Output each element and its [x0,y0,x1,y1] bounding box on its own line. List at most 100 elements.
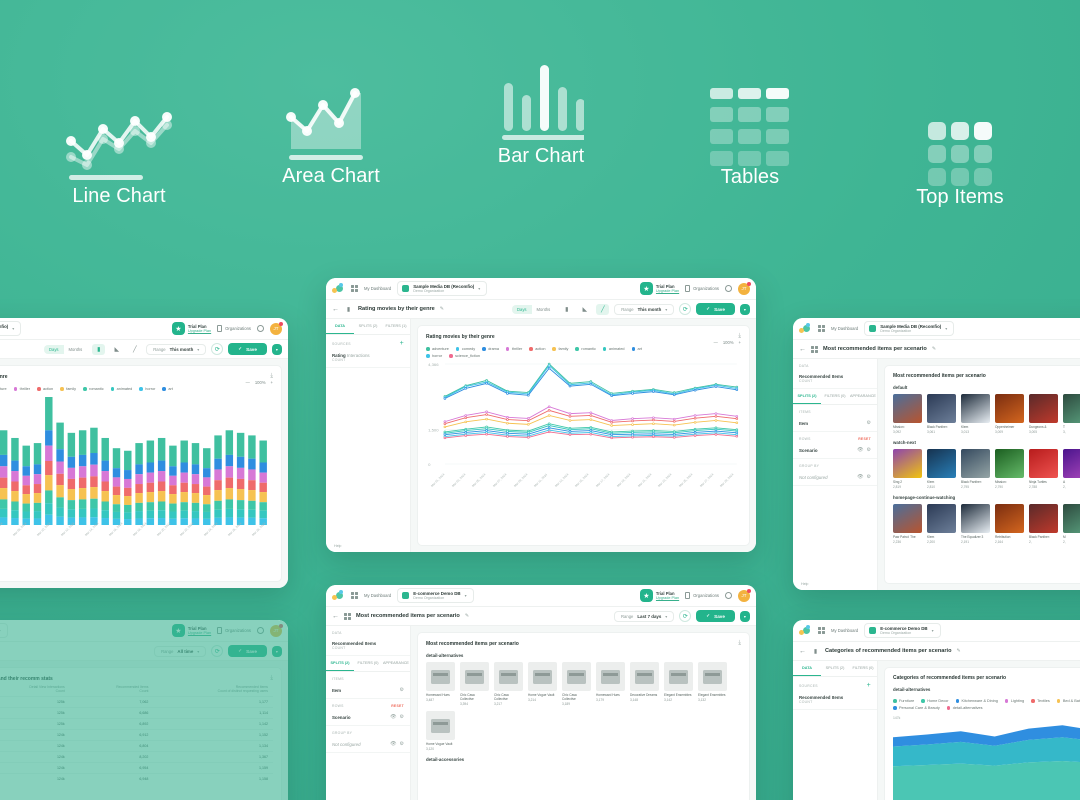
source-row[interactable]: Rating Interactions COUNT [326,350,410,368]
help-label[interactable]: Help [801,582,808,586]
segment-months[interactable]: Months [532,305,556,314]
reset-button[interactable]: RESET [391,704,404,708]
list-item[interactable]: T 3, [1063,394,1080,434]
list-item[interactable]: Klem 2,810 [927,449,956,489]
zoom-control[interactable]: — 100% + [714,340,741,345]
zoom-in-icon[interactable]: + [271,380,273,385]
zoom-in-icon[interactable]: + [739,340,741,345]
eye-icon[interactable]: 👁 [857,447,863,453]
edit-pencil-icon[interactable]: ✎ [932,346,936,352]
database-selector[interactable]: Sample Media DB (Recomfio) Demo Organiza… [397,281,488,296]
legend-item[interactable]: Personal Care & Beauty [893,706,940,710]
table-row[interactable]: 124k 6,912 1,152 [0,729,273,741]
list-item[interactable]: Black Panther: 3,061 [927,394,956,434]
chevron-down-icon[interactable]: ▾ [478,286,480,291]
database-selector[interactable]: Sample Media DB (Recomfio) Demo Organiza… [0,321,22,336]
gear-icon[interactable] [725,592,732,599]
list-item[interactable]: Chic Casa Collective 3,189 [562,662,591,706]
zoom-out-icon[interactable]: — [714,340,718,345]
legend-item[interactable]: animated [602,347,625,351]
sidebar-tabs[interactable]: SPLITS (2) FILTERS (0) APPEARANCE [793,389,877,405]
legend-item[interactable]: Home Decor [921,699,949,703]
table-column-header[interactable]: Detail View Interactions Count [0,682,70,697]
add-source-icon[interactable]: + [400,340,404,347]
list-item[interactable]: Elegant Ensembles 3,142 [664,662,693,706]
list-item[interactable]: Home Vogue Vault 3,214 [528,662,557,706]
list-item[interactable]: The Equalizer 3 2,191 [961,504,990,544]
tab-splits[interactable]: SPLITS (2) [354,319,382,334]
hero-item-area-chart[interactable]: Area Chart [266,75,396,188]
legend-item[interactable]: Textiles [1031,699,1050,703]
line-view-icon[interactable]: ╱ [596,303,610,315]
rows-row[interactable]: Scenario 👁 ⚙ [793,444,877,459]
table-column-header[interactable]: Recommended Items Count of distinct reque… [153,682,273,697]
table-row[interactable]: 125k 6,686 1,114 [0,707,273,719]
eye-icon[interactable]: 👁 [390,741,396,747]
dashboard-grid-icon[interactable] [351,592,358,599]
tab-filters[interactable]: FILTERS (0) [354,656,382,671]
range-selector[interactable]: Range All time ▾ [154,645,207,657]
dashboard-label[interactable]: My Dashboard [831,628,858,633]
back-arrow-icon[interactable]: ← [332,306,339,313]
save-options-caret[interactable]: ▾ [739,303,750,315]
zoom-control[interactable]: — 100% + [246,380,273,385]
database-selector[interactable]: E-commerce Demo DB Demo Organization ▾ [397,588,474,603]
zoom-out-icon[interactable]: — [246,380,250,385]
download-icon[interactable]: ⤓ [270,675,273,682]
list-item[interactable]: Sing 2 2,819 [893,449,922,489]
legend-item[interactable]: adventure [426,347,449,351]
gear-icon[interactable] [257,627,264,634]
save-button[interactable]: ✓ Save [696,303,735,315]
list-item[interactable]: Mission: 3,092 [893,394,922,434]
database-selector[interactable]: E-commerce Demo DB Demo Organization ▾ [0,623,8,638]
list-item[interactable]: Ninja Turtles 2,788 [1029,449,1058,489]
edit-pencil-icon[interactable]: ✎ [957,648,961,654]
table-row[interactable]: 124k 6,954 1,159 [0,762,273,774]
source-row[interactable]: Recommended Items COUNT [326,638,410,656]
list-item[interactable]: Black Panther: 2, [1029,504,1058,544]
area-view-icon[interactable]: ◣ [578,304,591,315]
avatar[interactable]: JT [270,623,283,637]
legend-item[interactable]: Lighting [1004,699,1024,703]
table-row[interactable]: 124k 8,202 1,367 [0,751,273,763]
gear-icon[interactable]: ⚙ [867,474,871,480]
upgrade-plan-link[interactable]: Upgrade Plan [188,631,211,635]
bar-view-icon[interactable]: ▮ [92,343,106,355]
source-row[interactable]: Recommended Items COUNT [793,692,877,710]
gear-icon[interactable]: ⚙ [400,741,404,747]
dashboard-grid-icon[interactable] [818,325,825,332]
chevron-down-icon[interactable]: ▾ [465,593,467,598]
range-selector[interactable]: Range This month ▾ [614,303,675,315]
items-row[interactable]: Item ⚙ [793,417,877,432]
list-item[interactable]: Dungeons & 3,005 [1029,394,1058,434]
groupby-row[interactable]: Not configured 👁 ⚙ [326,738,410,753]
save-options-caret[interactable]: ▾ [271,645,282,657]
sidebar-tabs[interactable]: DATA SPLITS (2) FILTERS (0) [793,661,877,677]
edit-pencil-icon[interactable]: ✎ [465,613,469,619]
add-source-icon[interactable]: + [867,682,871,689]
organizations-button[interactable]: Organizations [685,592,719,599]
tab-splits[interactable]: SPLITS (2) [821,661,849,676]
eye-icon[interactable]: 👁 [390,714,396,720]
list-item[interactable]: Home Vogue Vault 3,120 [426,711,455,751]
table-row[interactable]: 125k 7,062 1,177 [0,696,273,708]
tab-appearance[interactable]: APPEARANCE [382,656,410,671]
plan-badge[interactable]: ★ Trial Plan Upgrade Plan [639,282,679,295]
line-view-icon[interactable]: ╱ [128,344,141,355]
list-item[interactable]: Chic Casa Collective 3,394 [460,662,489,706]
table-row[interactable]: 124k 6,804 1,134 [0,740,273,752]
chevron-down-icon[interactable]: ▾ [932,628,934,633]
list-item[interactable]: Elegant Ensembles 3,132 [698,662,727,706]
card-table[interactable]: My Dashboard E-commerce Demo DB Demo Org… [0,620,288,800]
list-item[interactable]: Paw Patrol: The 2,236 [893,504,922,544]
dashboard-grid-icon[interactable] [818,627,825,634]
sidebar-tabs[interactable]: SPLITS (2) FILTERS (0) APPEARANCE [326,656,410,672]
gear-icon[interactable]: ⚙ [867,447,871,453]
download-icon[interactable]: ⤓ [738,333,741,340]
help-label[interactable]: Help [334,544,341,548]
list-item[interactable]: Oppenheimer 3,009 [995,394,1024,434]
source-row[interactable]: Recommended Items COUNT [793,371,877,389]
card-bar-chart[interactable]: My Dashboard Sample Media DB (Recomfio) … [0,318,288,588]
organizations-button[interactable]: Organizations [685,285,719,292]
refresh-icon[interactable]: ⟳ [679,610,692,622]
